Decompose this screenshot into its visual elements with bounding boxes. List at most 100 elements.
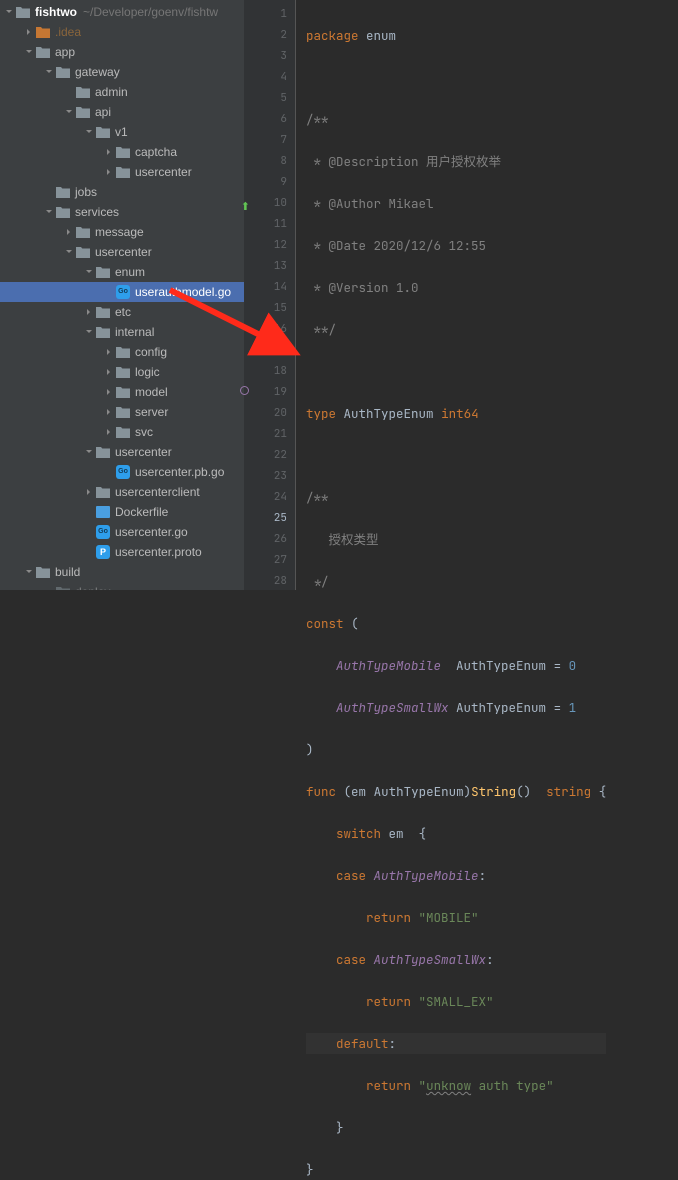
code-text: case xyxy=(336,867,366,884)
code-text: */ xyxy=(306,573,329,590)
code-text: em xyxy=(351,783,366,800)
tree-item-app[interactable]: app xyxy=(0,42,244,62)
code-text: String xyxy=(471,783,516,800)
tree-item-config[interactable]: config xyxy=(0,342,244,362)
folder-icon xyxy=(96,265,110,279)
tree-item-idea[interactable]: .idea xyxy=(0,22,244,42)
tree-label: message xyxy=(95,225,144,239)
line-number: 25 xyxy=(244,508,287,529)
code-text: unknow xyxy=(426,1077,471,1094)
tree-label: usercenter.go xyxy=(115,525,188,539)
tree-label: gateway xyxy=(75,65,120,79)
folder-icon xyxy=(96,305,110,319)
code-text: func xyxy=(306,783,336,800)
tree-item-usercenter-dir[interactable]: usercenter xyxy=(0,442,244,462)
tree-item-captcha[interactable]: captcha xyxy=(0,142,244,162)
tree-item-svc[interactable]: svc xyxy=(0,422,244,442)
tree-label: usercenterclient xyxy=(115,485,200,499)
line-number: 17 xyxy=(244,340,287,361)
tree-item-message[interactable]: message xyxy=(0,222,244,242)
folder-icon xyxy=(116,405,130,419)
chevron-down-icon xyxy=(84,127,94,137)
folder-icon xyxy=(116,425,130,439)
code-text: auth type" xyxy=(471,1077,554,1094)
chevron-right-icon xyxy=(84,487,94,497)
folder-icon xyxy=(36,45,50,59)
folder-icon xyxy=(96,445,110,459)
chevron-down-icon xyxy=(24,567,34,577)
tree-item-dockerfile[interactable]: Dockerfile xyxy=(0,502,244,522)
line-number: 20 xyxy=(244,403,287,424)
tree-item-usercenter-pb[interactable]: Go usercenter.pb.go xyxy=(0,462,244,482)
chevron-right-icon xyxy=(104,387,114,397)
code-text: = xyxy=(554,699,562,716)
folder-icon xyxy=(96,325,110,339)
line-number: 2 xyxy=(244,25,287,46)
tree-item-admin[interactable]: admin xyxy=(0,82,244,102)
tree-label: usercenter xyxy=(95,245,152,259)
tree-label: api xyxy=(95,105,111,119)
tree-item-gateway[interactable]: gateway xyxy=(0,62,244,82)
line-number: 14 xyxy=(244,277,287,298)
tree-item-userauthmodel[interactable]: Go userauthmodel.go xyxy=(0,282,244,302)
tree-label: usercenter.pb.go xyxy=(135,465,224,479)
chevron-down-icon xyxy=(64,107,74,117)
tree-item-usercenter[interactable]: usercenter xyxy=(0,242,244,262)
tree-item-build[interactable]: build xyxy=(0,562,244,582)
chevron-down-icon xyxy=(84,447,94,457)
code-text: em xyxy=(389,825,404,842)
tree-item-model[interactable]: model xyxy=(0,382,244,402)
folder-icon xyxy=(96,125,110,139)
code-text: " xyxy=(419,1077,427,1094)
line-number: 15 xyxy=(244,298,287,319)
tree-item-usercenter-v1[interactable]: usercenter xyxy=(0,162,244,182)
code-area[interactable]: package enum /** * @Description 用户授权枚举 *… xyxy=(296,0,606,590)
folder-icon xyxy=(16,5,30,19)
code-text: 0 xyxy=(569,657,577,674)
tree-item-etc[interactable]: etc xyxy=(0,302,244,322)
code-editor[interactable]: 1 2 3 4 5 6 7 8 9 ⬆10 11 12 13 14 15 16 … xyxy=(244,0,678,590)
code-text: AuthTypeSmallWx xyxy=(336,699,449,716)
tree-item-services[interactable]: services xyxy=(0,202,244,222)
code-text: string xyxy=(546,783,591,800)
tree-label: model xyxy=(135,385,168,399)
tree-item-server[interactable]: server xyxy=(0,402,244,422)
tree-label: logic xyxy=(135,365,160,379)
chevron-down-icon xyxy=(84,267,94,277)
chevron-down-icon xyxy=(84,327,94,337)
tree-item-enum[interactable]: enum xyxy=(0,262,244,282)
folder-icon xyxy=(36,25,50,39)
project-root[interactable]: fishtwo ~/Developer/goenv/fishtw xyxy=(0,2,244,22)
line-number: ⬆10 xyxy=(244,193,287,214)
line-number: 18 xyxy=(244,361,287,382)
tree-item-api[interactable]: api xyxy=(0,102,244,122)
tree-item-internal[interactable]: internal xyxy=(0,322,244,342)
code-text: type xyxy=(306,405,336,422)
code-text: 1 xyxy=(569,699,577,716)
line-number: 11 xyxy=(244,214,287,235)
tree-item-usercenterclient[interactable]: usercenterclient xyxy=(0,482,244,502)
line-number: 26 xyxy=(244,529,287,550)
proto-file-icon: P xyxy=(96,545,110,559)
code-text: /** xyxy=(306,111,329,128)
tree-item-deploy[interactable]: deploy xyxy=(0,582,244,590)
tree-label: v1 xyxy=(115,125,128,139)
tree-item-jobs[interactable]: jobs xyxy=(0,182,244,202)
tree-item-usercenter-proto[interactable]: P usercenter.proto xyxy=(0,542,244,562)
project-tree[interactable]: fishtwo ~/Developer/goenv/fishtw .idea a… xyxy=(0,0,244,590)
tree-item-usercenter-go[interactable]: Go usercenter.go xyxy=(0,522,244,542)
go-file-icon: Go xyxy=(96,525,110,539)
tree-label: usercenter xyxy=(115,445,172,459)
folder-icon xyxy=(76,85,90,99)
tree-item-logic[interactable]: logic xyxy=(0,362,244,382)
tree-label: userauthmodel.go xyxy=(135,285,231,299)
line-number: 9 xyxy=(244,172,287,193)
chevron-down-icon xyxy=(44,67,54,77)
tree-label: captcha xyxy=(135,145,177,159)
line-number: 16 xyxy=(244,319,287,340)
code-text: AuthTypeEnum xyxy=(456,657,546,674)
tree-item-v1[interactable]: v1 xyxy=(0,122,244,142)
tree-label: config xyxy=(135,345,167,359)
line-number: 3 xyxy=(244,46,287,67)
chevron-right-icon xyxy=(24,27,34,37)
